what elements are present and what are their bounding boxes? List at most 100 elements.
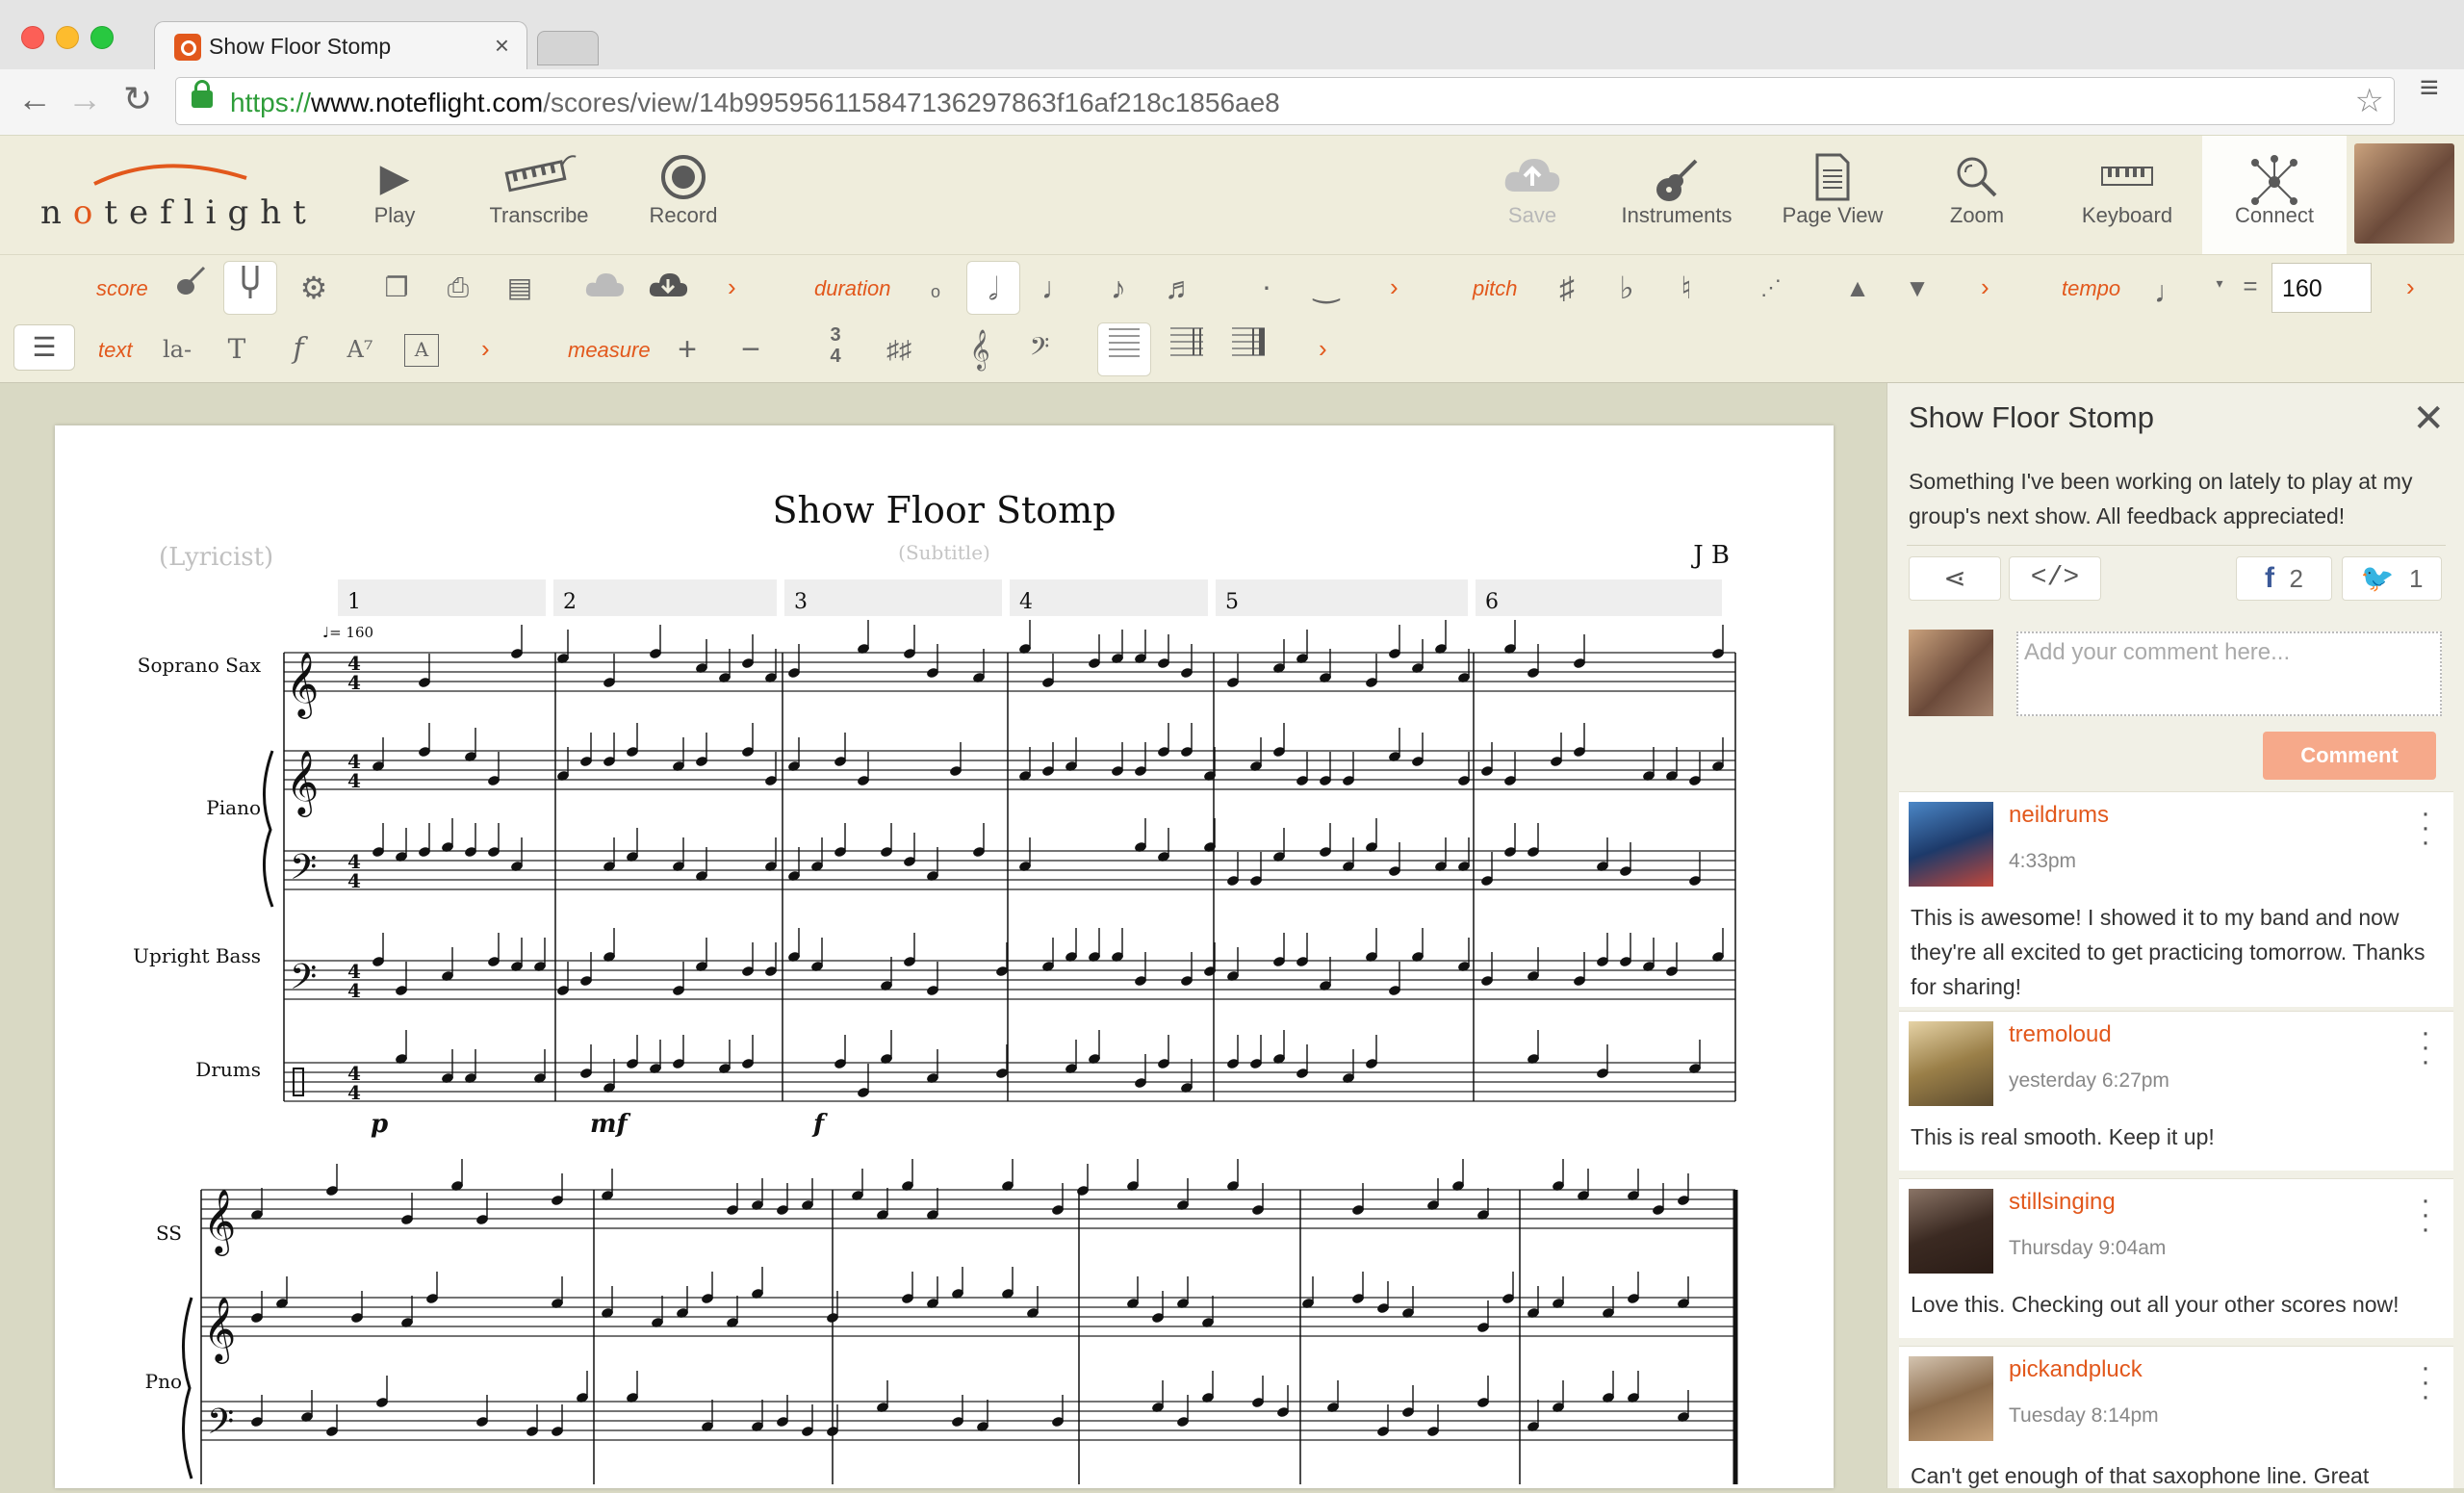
- whole-note-icon[interactable]: o: [909, 265, 962, 319]
- key-signature-icon[interactable]: ♯♯: [872, 322, 926, 376]
- time-signature-icon[interactable]: 34: [822, 324, 849, 367]
- bass-clef: 𝄢: [290, 848, 317, 895]
- score-expand-arrow[interactable]: ›: [728, 272, 736, 302]
- text-button[interactable]: T: [210, 322, 264, 376]
- ledger-icon[interactable]: ⋰: [1744, 261, 1798, 315]
- browser-menu-icon[interactable]: ≡: [2420, 71, 2451, 104]
- sixteenth-note-icon[interactable]: ♬: [1153, 261, 1207, 315]
- close-window-button[interactable]: [21, 26, 44, 49]
- cloud-upload-icon[interactable]: [578, 261, 631, 315]
- record-button[interactable]: Record: [616, 136, 751, 254]
- piano-brace: [263, 750, 274, 908]
- final-barline-icon[interactable]: [1222, 322, 1276, 376]
- save-button[interactable]: Save: [1465, 136, 1600, 254]
- pitch-down-icon[interactable]: ▼: [1890, 261, 1944, 315]
- comment-username[interactable]: neildrums: [2009, 802, 2109, 829]
- comment-more-icon[interactable]: · · ·: [2421, 1018, 2430, 1076]
- tempo-expand-arrow[interactable]: ›: [2406, 272, 2415, 302]
- reload-icon[interactable]: ↻: [123, 79, 152, 119]
- pitch-expand-arrow[interactable]: ›: [1981, 272, 1989, 302]
- comment-avatar[interactable]: [1909, 1356, 1993, 1441]
- user-avatar[interactable]: [2354, 143, 2454, 244]
- measure-expand-arrow[interactable]: ›: [1319, 334, 1327, 364]
- url-path: /scores/view/14b995956115847136297863f16…: [543, 88, 1280, 117]
- noteflight-logo[interactable]: noteflight: [40, 193, 318, 232]
- sharp-icon[interactable]: ♯: [1540, 261, 1594, 315]
- play-button[interactable]: ▶ Play: [327, 136, 462, 254]
- instrument-guitar-icon[interactable]: [164, 261, 218, 315]
- quarter-note-icon[interactable]: ♩: [1030, 261, 1084, 315]
- score-composer[interactable]: J B: [1693, 541, 1730, 570]
- bass-clef-icon[interactable]: 𝄢: [1013, 322, 1066, 376]
- comment-username[interactable]: stillsinging: [2009, 1189, 2116, 1216]
- cloud-download-icon[interactable]: [641, 261, 695, 315]
- score-notation[interactable]: 1 2 3 4 5 6 ♩= 160 Soprano Sax Piano Upright Bass…: [55, 425, 1834, 1488]
- score-page[interactable]: 1 2 3 4 5 6 ♩= 160 Soprano Sax Piano Upright Bass…: [55, 425, 1834, 1488]
- share-button[interactable]: ⋖: [1909, 556, 2001, 601]
- half-note-icon[interactable]: 𝅗𝅥: [966, 261, 1020, 315]
- bookmark-star-icon[interactable]: ☆: [2355, 82, 2384, 120]
- embed-button[interactable]: </>: [2009, 556, 2101, 601]
- maximize-window-button[interactable]: [90, 26, 114, 49]
- comment-text: This is awesome! I showed it to my band …: [1911, 905, 2426, 999]
- score-title[interactable]: Show Floor Stomp: [55, 489, 1834, 531]
- zoom-button[interactable]: Zoom: [1910, 136, 2044, 254]
- comment-more-icon[interactable]: · · ·: [2421, 1186, 2430, 1244]
- comment-avatar[interactable]: [1909, 1189, 1993, 1274]
- dynamic-button[interactable]: f: [271, 322, 325, 376]
- flat-icon[interactable]: ♭: [1600, 261, 1654, 315]
- back-arrow-icon[interactable]: ←: [17, 79, 52, 119]
- remove-measure-icon[interactable]: −: [724, 322, 778, 376]
- measure-number: 5: [1225, 590, 1239, 614]
- comment-avatar[interactable]: [1909, 802, 1993, 887]
- comment-input[interactable]: Add your comment here...: [2016, 631, 2442, 716]
- lyric-button[interactable]: la-: [150, 322, 204, 376]
- comment-time: yesterday 6:27pm: [2009, 1069, 2169, 1092]
- tab-close-icon[interactable]: ×: [495, 31, 509, 61]
- comment-username[interactable]: tremoloud: [2009, 1021, 2112, 1048]
- connect-button[interactable]: Connect: [2202, 136, 2347, 254]
- close-panel-icon[interactable]: ✕: [2412, 397, 2445, 441]
- natural-icon[interactable]: ♮: [1659, 261, 1713, 315]
- transcribe-button[interactable]: Transcribe: [472, 136, 606, 254]
- parts-copy-icon[interactable]: ❐: [370, 261, 424, 315]
- settings-gear-icon[interactable]: ⚙: [287, 261, 341, 315]
- palette-menu-button[interactable]: ☰: [13, 324, 75, 371]
- dot-icon[interactable]: ·: [1240, 259, 1294, 313]
- facebook-share-button[interactable]: f 2: [2236, 556, 2332, 601]
- tempo-input[interactable]: 160: [2272, 263, 2372, 313]
- comment-more-icon[interactable]: · · ·: [2421, 1353, 2430, 1411]
- time-signature: 4: [347, 979, 361, 1002]
- comment-username[interactable]: pickandpluck: [2009, 1356, 2143, 1383]
- play-label: Play: [373, 203, 416, 227]
- instruments-button[interactable]: Instruments: [1609, 136, 1744, 254]
- page-view-button[interactable]: Page View: [1765, 136, 1900, 254]
- tempo-note-icon[interactable]: ♩: [2143, 265, 2196, 319]
- duration-expand-arrow[interactable]: ›: [1390, 272, 1399, 302]
- chord-symbol-button[interactable]: A⁷: [333, 322, 387, 376]
- tuning-fork-icon[interactable]: [223, 261, 277, 315]
- pitch-up-icon[interactable]: ▲: [1831, 261, 1885, 315]
- text-expand-arrow[interactable]: ›: [481, 334, 490, 364]
- score-subtitle[interactable]: (Subtitle): [55, 541, 1834, 564]
- comment-avatar[interactable]: [1909, 1021, 1993, 1106]
- score-sheets-icon[interactable]: ▤: [493, 261, 547, 315]
- eighth-note-icon[interactable]: ♪: [1091, 261, 1145, 315]
- forward-arrow-icon[interactable]: →: [67, 79, 102, 119]
- print-icon[interactable]: ⎙: [431, 261, 485, 315]
- tie-icon[interactable]: ‿: [1299, 259, 1353, 313]
- double-barline-icon[interactable]: [1161, 322, 1215, 376]
- keyboard-button[interactable]: Keyboard: [2060, 136, 2194, 254]
- address-bar[interactable]: https://www.noteflight.com/scores/view/1…: [175, 77, 2395, 125]
- single-barline-icon[interactable]: [1097, 322, 1151, 376]
- twitter-share-button[interactable]: 🐦 1: [2342, 556, 2442, 601]
- score-lyricist[interactable]: (Lyricist): [159, 543, 273, 572]
- minimize-window-button[interactable]: [56, 26, 79, 49]
- new-tab-button[interactable]: [537, 31, 599, 65]
- comment-button[interactable]: Comment: [2263, 732, 2436, 780]
- add-measure-icon[interactable]: +: [660, 322, 714, 376]
- treble-clef-icon[interactable]: 𝄞: [953, 322, 1007, 376]
- browser-tab[interactable]: Show Floor Stomp ×: [154, 21, 527, 69]
- text-box-button[interactable]: A: [404, 334, 439, 367]
- comment-more-icon[interactable]: · · ·: [2421, 799, 2430, 857]
